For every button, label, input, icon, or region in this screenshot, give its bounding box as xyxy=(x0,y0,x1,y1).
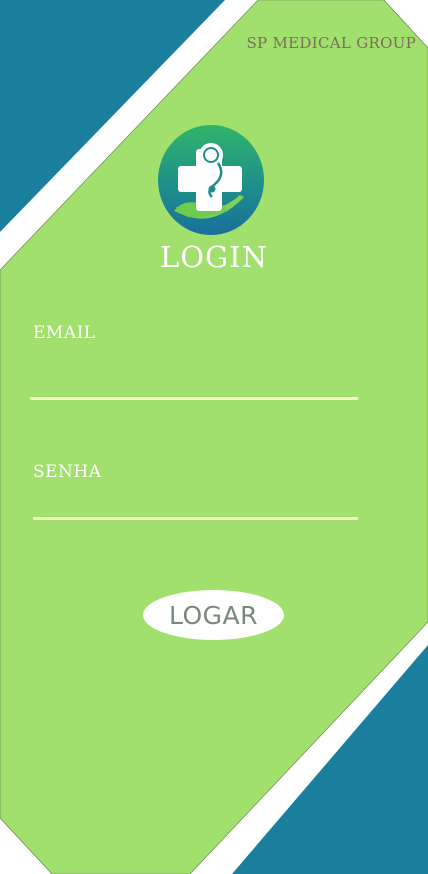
brand-name: SP MEDICAL GROUP xyxy=(246,34,416,52)
password-label: SENHA xyxy=(33,462,102,482)
login-title: LOGIN xyxy=(159,240,269,274)
login-button[interactable]: LOGAR xyxy=(143,590,284,640)
password-field[interactable] xyxy=(33,481,358,520)
email-field[interactable] xyxy=(30,361,358,400)
logo xyxy=(158,125,264,235)
medical-care-hand-icon xyxy=(158,125,264,235)
email-label: EMAIL xyxy=(33,323,96,343)
